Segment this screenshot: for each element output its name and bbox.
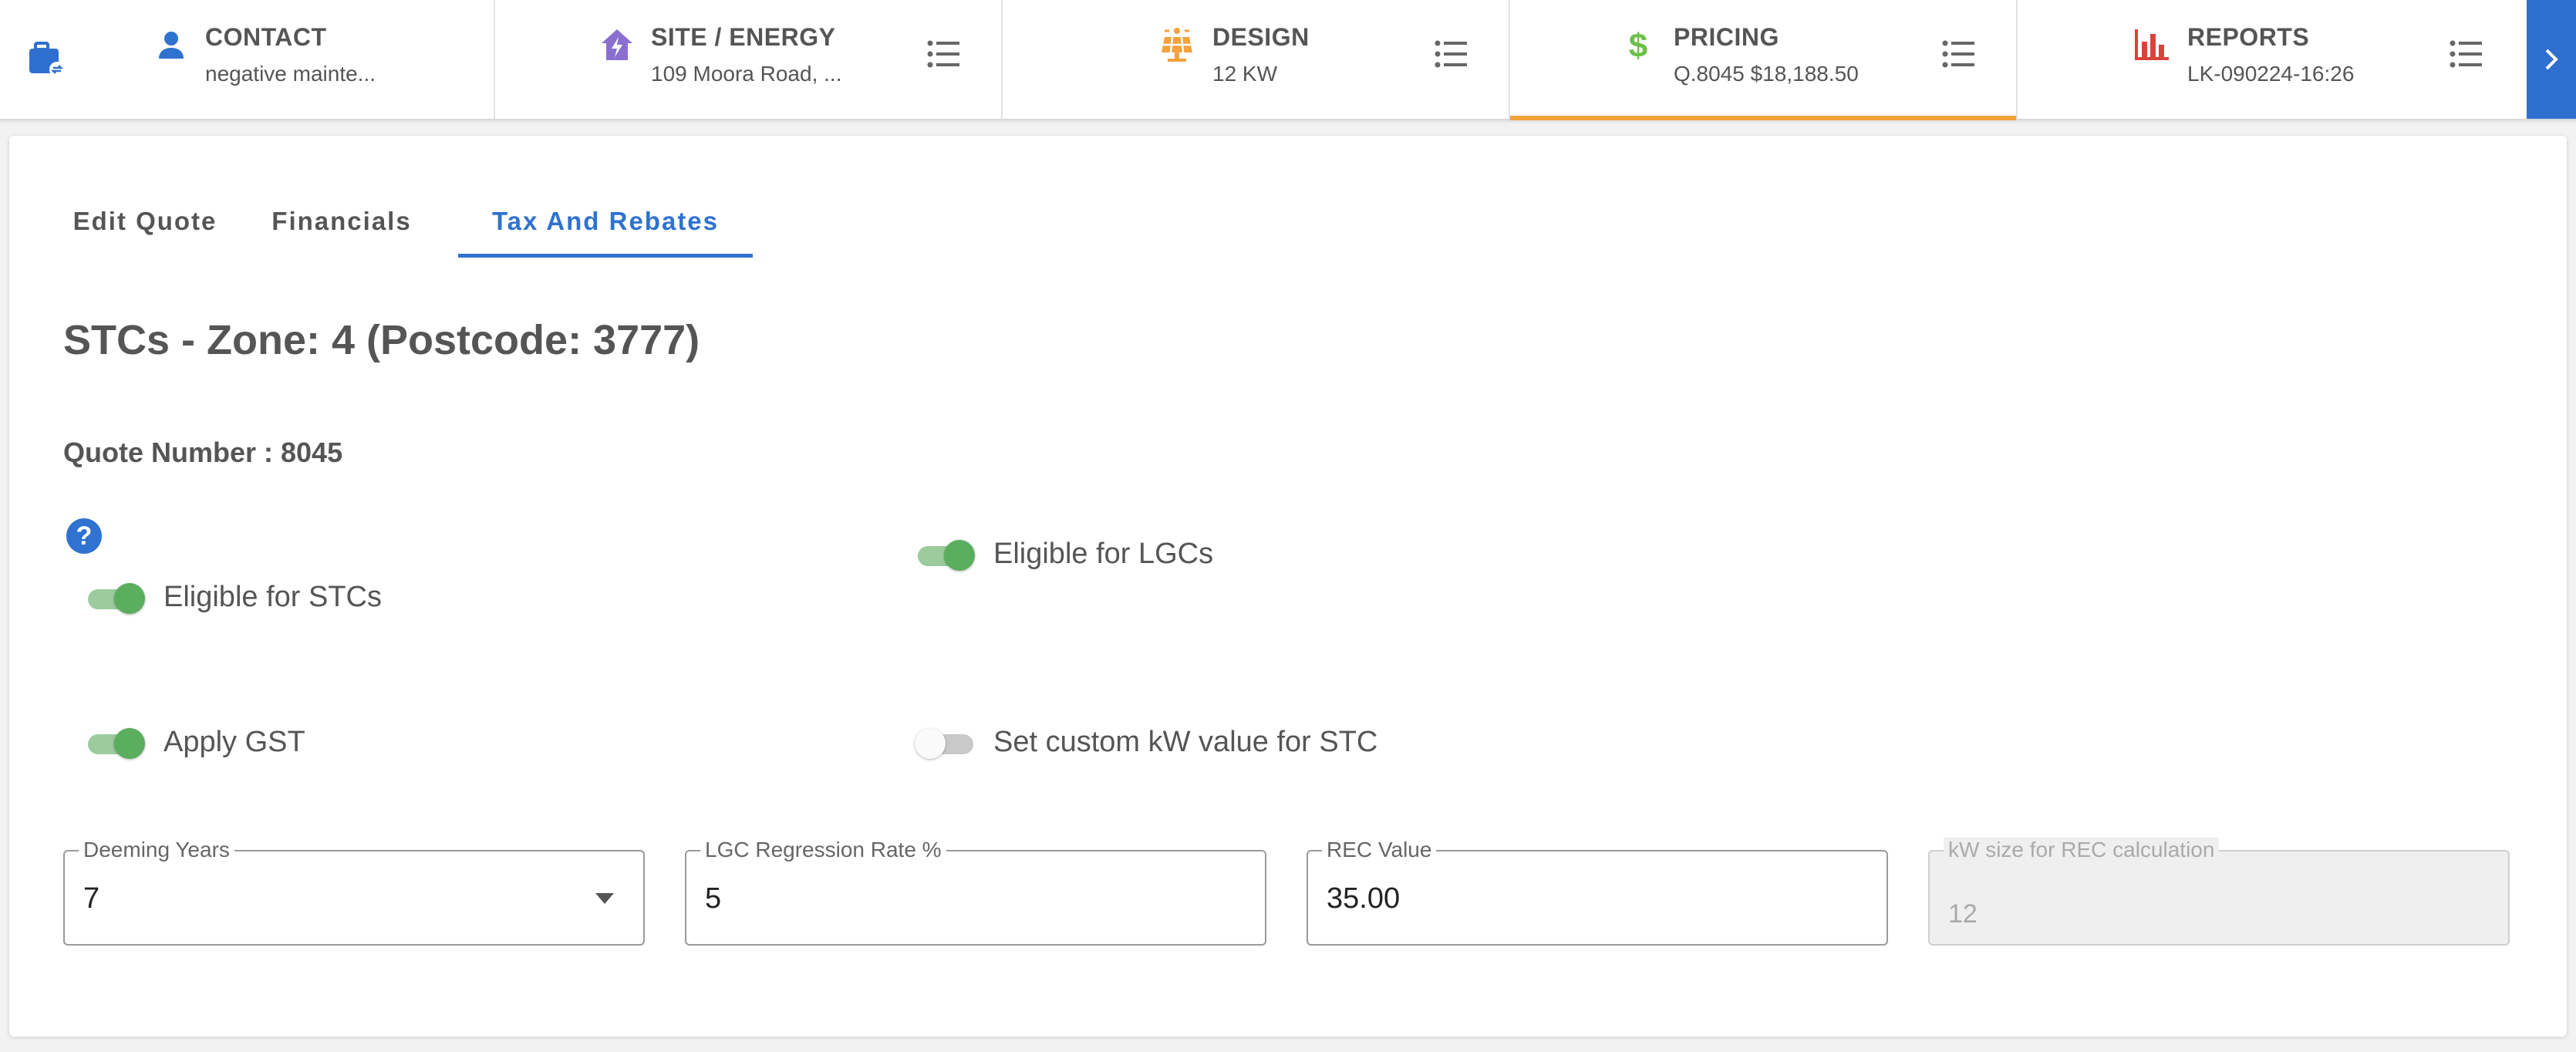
- nav-step-contact[interactable]: CONTACT negative mainte...: [94, 0, 495, 119]
- bar-chart-icon: [2135, 29, 2169, 60]
- nav-step-design[interactable]: DESIGN 12 KW: [1003, 0, 1510, 119]
- home-button[interactable]: [0, 0, 94, 119]
- briefcase-icon: [29, 42, 65, 77]
- nav-step-title: REPORTS: [2187, 23, 2310, 51]
- house-bolt-icon: [602, 29, 632, 60]
- deeming-years-value: 7: [83, 882, 100, 915]
- nav-step-title: DESIGN: [1212, 23, 1310, 51]
- tab-tax-and-rebates[interactable]: Tax And Rebates: [458, 196, 753, 258]
- rec-value-label: REC Value: [1322, 838, 1437, 862]
- nav-step-title: CONTACT: [205, 23, 327, 51]
- nav-step-subtitle: 109 Moora Road, ...: [651, 62, 842, 86]
- stc-eligibility-label: Eligible for STCs: [164, 580, 382, 613]
- dropdown-arrow-icon[interactable]: [595, 893, 614, 904]
- solar-panel-icon: [1162, 26, 1192, 62]
- nav-step-subtitle: Q.8045 $18,188.50: [1674, 62, 1859, 86]
- page-title: STCs - Zone: 4 (Postcode: 3777): [63, 317, 700, 363]
- custom-kw-switch[interactable]: [915, 725, 976, 759]
- deeming-years-select[interactable]: Deeming Years 7: [63, 838, 645, 946]
- lgc-eligibility-switch[interactable]: [915, 537, 976, 571]
- nav-step-subtitle: LK-090224-16:26: [2187, 62, 2355, 86]
- kw-size-input: kW size for REC calculation 12: [1928, 838, 2510, 946]
- custom-kw-toggle-row: Set custom kW value for STC: [915, 719, 1377, 765]
- stc-eligibility-toggle-row: Eligible for STCs: [85, 574, 382, 620]
- list-icon[interactable]: [1942, 39, 1976, 69]
- rec-value-value: 35.00: [1327, 882, 1401, 915]
- list-icon[interactable]: [927, 39, 961, 69]
- gst-label: Apply GST: [164, 725, 305, 758]
- nav-step-subtitle: 12 KW: [1212, 62, 1278, 86]
- nav-step-pricing[interactable]: $ PRICING Q.8045 $18,188.50: [1510, 0, 2018, 120]
- list-icon[interactable]: [1435, 39, 1468, 69]
- list-icon[interactable]: [2450, 39, 2483, 69]
- lgc-regression-rate-input[interactable]: LGC Regression Rate % 5: [685, 838, 1266, 946]
- lgc-regression-rate-label: LGC Regression Rate %: [700, 838, 946, 862]
- lgc-eligibility-toggle-row: Eligible for LGCs: [915, 531, 1213, 577]
- custom-kw-label: Set custom kW value for STC: [993, 725, 1378, 758]
- tab-financials[interactable]: Financials: [264, 196, 420, 258]
- nav-step-site-energy[interactable]: SITE / ENERGY 109 Moora Road, ...: [495, 0, 1003, 119]
- gst-switch[interactable]: [85, 725, 147, 759]
- next-step-button[interactable]: [2527, 0, 2576, 119]
- nav-step-title: PRICING: [1674, 23, 1779, 51]
- kw-size-label: kW size for REC calculation: [1944, 838, 2220, 862]
- rec-value-input[interactable]: REC Value 35.00: [1307, 838, 1888, 946]
- lgc-eligibility-label: Eligible for LGCs: [993, 537, 1214, 570]
- help-icon[interactable]: ?: [66, 518, 102, 554]
- dollar-icon: $: [1629, 27, 1647, 63]
- quote-number: Quote Number : 8045: [63, 437, 343, 468]
- svg-text:$: $: [1629, 27, 1647, 63]
- nav-step-reports[interactable]: REPORTS LK-090224-16:26: [2018, 0, 2527, 119]
- top-navigation: CONTACT negative mainte... SITE / ENERGY…: [0, 0, 2576, 120]
- pricing-card: Edit Quote Financials Tax And Rebates ST…: [9, 136, 2567, 1037]
- tab-edit-quote[interactable]: Edit Quote: [60, 196, 230, 258]
- chevron-right-icon: [2545, 49, 2558, 70]
- nav-step-title: SITE / ENERGY: [651, 23, 836, 51]
- stc-eligibility-switch[interactable]: [85, 580, 147, 614]
- gst-toggle-row: Apply GST: [85, 719, 305, 765]
- nav-step-subtitle: negative mainte...: [205, 62, 376, 86]
- person-icon: [159, 32, 184, 59]
- kw-size-value: 12: [1948, 899, 1978, 929]
- lgc-regression-rate-value: 5: [705, 882, 722, 915]
- deeming-years-label: Deeming Years: [79, 838, 234, 862]
